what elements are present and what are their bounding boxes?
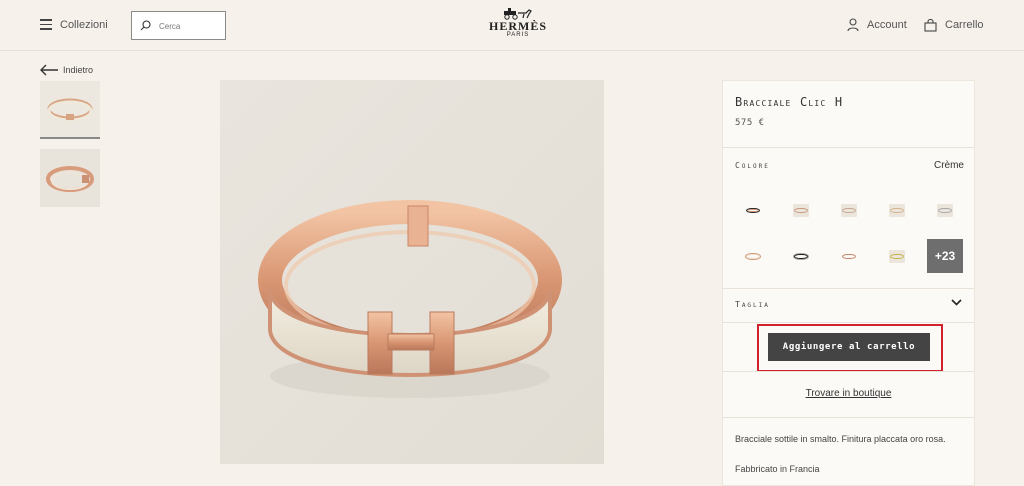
more-colors-button[interactable]: +23: [927, 239, 963, 273]
logo-brand-text: HERMÈS: [488, 19, 547, 33]
site-header: Collezioni HERMÈS PARIS Account Carre: [0, 0, 1024, 51]
color-swatch[interactable]: [831, 193, 867, 227]
product-description: Bracciale sottile in smalto. Finitura pl…: [735, 434, 946, 444]
product-main-image: [220, 80, 604, 464]
divider: [723, 322, 974, 323]
thumbnail-open-view[interactable]: [40, 149, 100, 207]
divider: [723, 147, 974, 148]
size-section-label[interactable]: Taglia: [735, 300, 770, 309]
back-label: Indietro: [63, 65, 94, 75]
color-swatch[interactable]: [879, 193, 915, 227]
divider: [723, 288, 974, 289]
collections-menu-link[interactable]: Collezioni: [60, 19, 108, 31]
selected-color-value: Crème: [933, 160, 964, 171]
cart-label: Carrello: [945, 19, 984, 31]
search-box[interactable]: [131, 11, 226, 40]
product-title: Bracciale Clic H: [735, 95, 844, 109]
color-swatch[interactable]: [783, 193, 819, 227]
color-swatch[interactable]: [831, 239, 867, 273]
chevron-down-icon[interactable]: [951, 299, 962, 306]
bracelet-open-thumbnail-image: [40, 149, 100, 207]
color-section-label: Colore: [735, 161, 770, 170]
product-info-panel: Bracciale Clic H 575 € Colore Crème +23 …: [722, 80, 975, 486]
color-swatch[interactable]: [735, 193, 771, 227]
account-link[interactable]: Account: [847, 16, 907, 34]
find-in-boutique-link[interactable]: Trovare in boutique: [723, 388, 974, 399]
account-label: Account: [867, 19, 907, 31]
color-swatch[interactable]: [927, 193, 963, 227]
divider: [723, 371, 974, 372]
bracelet-image: [258, 200, 562, 398]
arrow-left-icon: [40, 64, 58, 76]
bracelet-thumbnail-image: [40, 81, 100, 137]
product-price: 575 €: [735, 118, 765, 128]
menu-icon[interactable]: [40, 19, 52, 30]
divider: [723, 417, 974, 418]
color-swatch[interactable]: [879, 239, 915, 273]
cart-link[interactable]: Carrello: [924, 16, 984, 34]
made-in-text: Fabbricato in Francia: [735, 464, 820, 474]
search-icon: [140, 20, 151, 31]
thumbnail-front-view[interactable]: [40, 81, 100, 139]
hermes-logo[interactable]: HERMÈS PARIS: [480, 8, 556, 44]
user-icon: [847, 18, 859, 32]
search-input[interactable]: [159, 20, 221, 33]
shopping-bag-icon: [924, 18, 937, 32]
color-swatch[interactable]: [735, 239, 771, 273]
color-swatch[interactable]: [783, 239, 819, 273]
add-to-cart-button[interactable]: Aggiungere al carrello: [768, 333, 930, 361]
back-link[interactable]: Indietro: [40, 64, 93, 76]
